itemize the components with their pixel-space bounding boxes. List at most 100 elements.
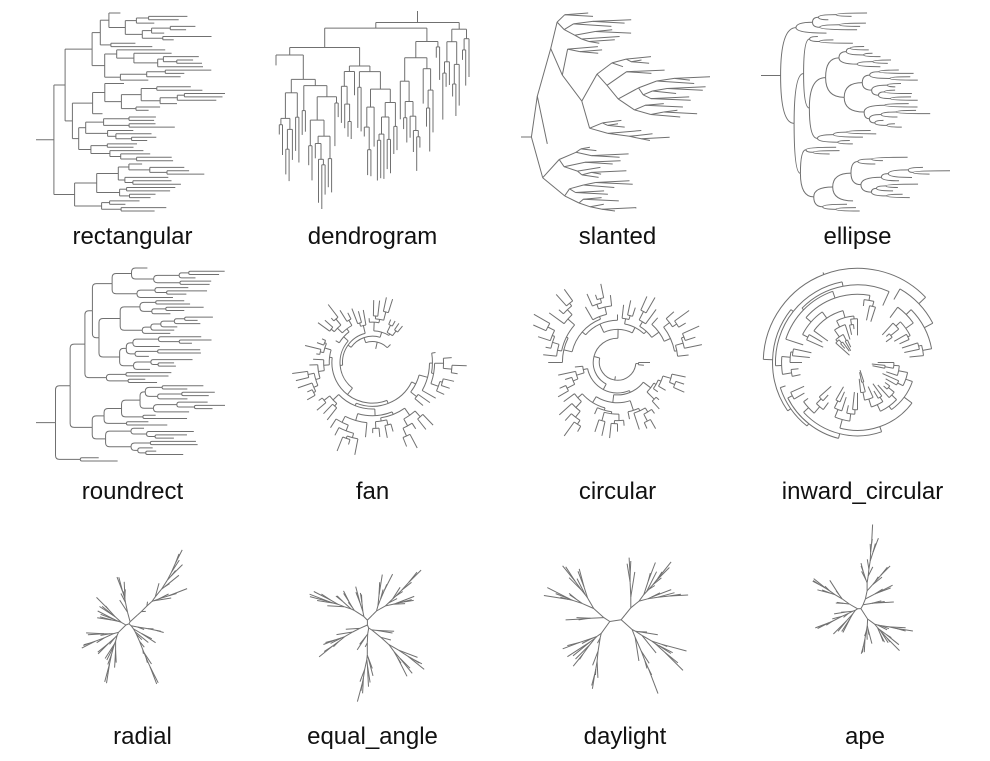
tree-branch [339, 310, 348, 322]
tree-branch [803, 411, 882, 437]
tree-branch [343, 590, 350, 602]
tree-branch [790, 369, 793, 377]
tree-branch [581, 174, 599, 178]
tree-branch [330, 418, 337, 428]
tree-branch [872, 301, 875, 307]
tree-branch [871, 156, 908, 160]
tree-branch [602, 208, 616, 212]
tree-branch [818, 41, 853, 44]
tree-branch [802, 311, 823, 335]
tree-branch [860, 184, 872, 193]
tree-branch [363, 337, 367, 343]
tree-branch [409, 434, 418, 449]
tree-branch [536, 48, 552, 97]
tree-branch [323, 645, 333, 652]
tree-branch [839, 391, 845, 403]
tree-branch [591, 153, 629, 157]
tree-branch [139, 301, 156, 307]
tree-branch [543, 354, 557, 357]
tree-branch [883, 91, 912, 95]
tree-branch [105, 438, 132, 448]
tree-branch [320, 351, 324, 354]
tree-branch [842, 334, 847, 341]
tree-branch [609, 619, 622, 622]
tree-branch [871, 90, 879, 96]
tree-branch [866, 575, 869, 583]
tree-branch [596, 304, 599, 310]
tree-branch [563, 161, 586, 168]
tree-branch [684, 344, 703, 349]
tree-branch [638, 311, 644, 321]
tree-branch [150, 362, 158, 365]
tree-branch [533, 324, 547, 332]
tree-branch [178, 272, 189, 276]
tree-branch [393, 603, 406, 605]
tree-branch [905, 309, 912, 315]
tree-branch [338, 427, 354, 434]
tree-branch [583, 368, 588, 371]
tree-branch [641, 634, 653, 642]
tree-branch [832, 186, 854, 202]
tree-branch [348, 439, 351, 445]
tree-branch [856, 61, 873, 65]
tree-branch [819, 26, 858, 31]
tree-branch [646, 382, 655, 393]
tree-branch [850, 173, 861, 186]
tree-branch [363, 616, 368, 621]
tree-branch [581, 38, 590, 42]
layout-label-equal-angle: equal_angle [307, 723, 438, 750]
tree-branch [658, 385, 666, 391]
tree-radial [81, 549, 188, 685]
tree-branch [367, 614, 373, 621]
tree-branch [808, 77, 826, 109]
tree-branch [782, 372, 792, 375]
tree-branch [563, 314, 573, 324]
tree-branch [904, 348, 920, 353]
tree-branch [404, 407, 411, 416]
tree-branch [355, 413, 359, 421]
tree-branch [319, 349, 322, 355]
tree-branch [125, 372, 172, 375]
tree-branch [822, 203, 848, 208]
tree-branch [889, 76, 911, 79]
tree-branch [889, 98, 918, 101]
tree-branch [887, 169, 909, 174]
tree-branch [838, 339, 842, 344]
tree-branch [326, 407, 338, 421]
tree-branch [675, 342, 684, 346]
tree-branch [912, 172, 930, 175]
panel-equal-angle: equal_angle [270, 515, 475, 761]
tree-branch [316, 342, 324, 346]
tree-branch [571, 413, 581, 421]
tree-branch [924, 322, 934, 329]
tree-branch [809, 35, 818, 40]
layout-label-fan: fan [355, 478, 390, 505]
tree-branch [139, 391, 146, 401]
layout-label-slanted: slanted [578, 223, 657, 250]
tree-branch [655, 396, 660, 401]
tree-branch [402, 437, 408, 447]
tree-branch [575, 401, 582, 408]
tree-branch [537, 336, 551, 342]
tree-branch [793, 348, 812, 354]
tree-branch [861, 82, 872, 91]
tree-branch [145, 657, 148, 663]
tree-branch [390, 423, 394, 432]
tree-branch [652, 88, 668, 92]
tree-branch [571, 318, 601, 352]
tree-branch [145, 452, 184, 455]
tree-branch [641, 635, 657, 654]
tree-branch [835, 12, 868, 16]
tree-branch [103, 415, 127, 424]
tree-branch [876, 587, 891, 594]
tree-branch [863, 111, 870, 120]
tree-branch [834, 324, 846, 331]
tree-branch [564, 376, 572, 380]
tree-branch [645, 297, 656, 314]
tree-branch [601, 421, 606, 436]
tree-branch [317, 322, 330, 332]
tree-branch [866, 584, 874, 592]
tree-branch [866, 305, 871, 321]
tree-branch [879, 396, 884, 402]
tree-branch [603, 617, 611, 622]
